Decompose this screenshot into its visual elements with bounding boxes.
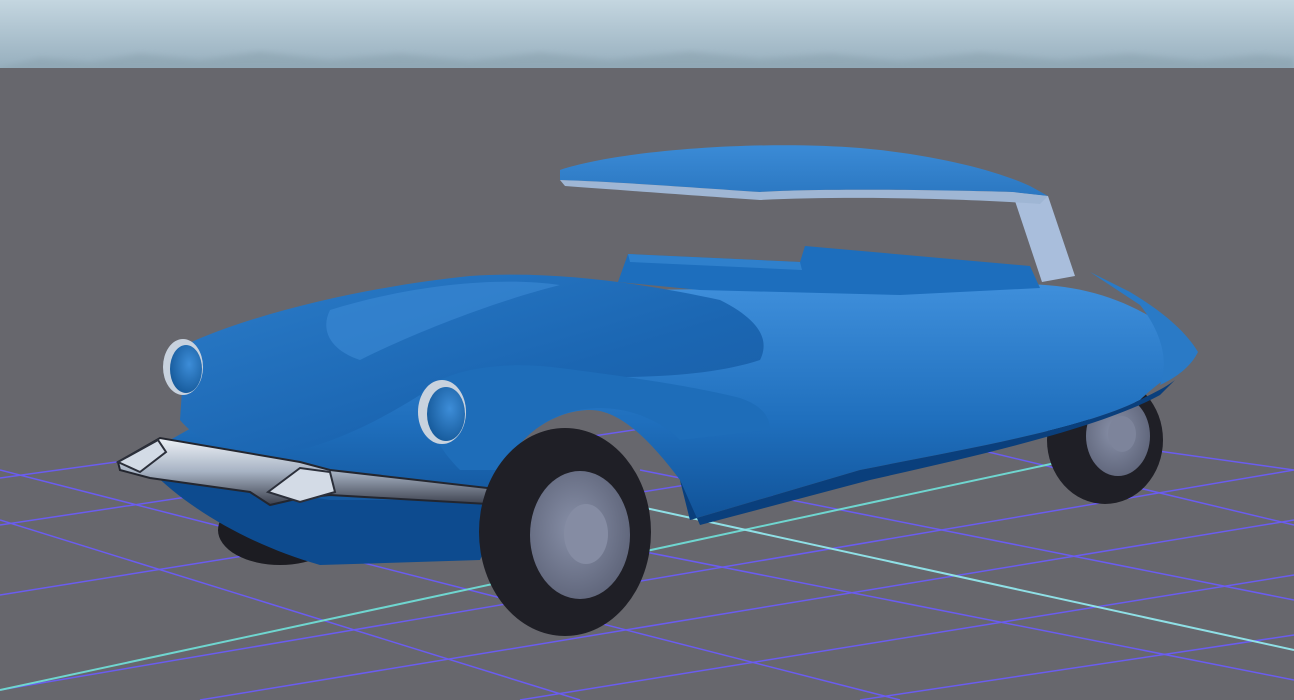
scene-canvas[interactable] [0,0,1294,700]
front-wheel [479,428,651,636]
3d-viewport[interactable] [0,0,1294,700]
right-headlight [418,380,466,444]
left-headlight [163,339,203,395]
